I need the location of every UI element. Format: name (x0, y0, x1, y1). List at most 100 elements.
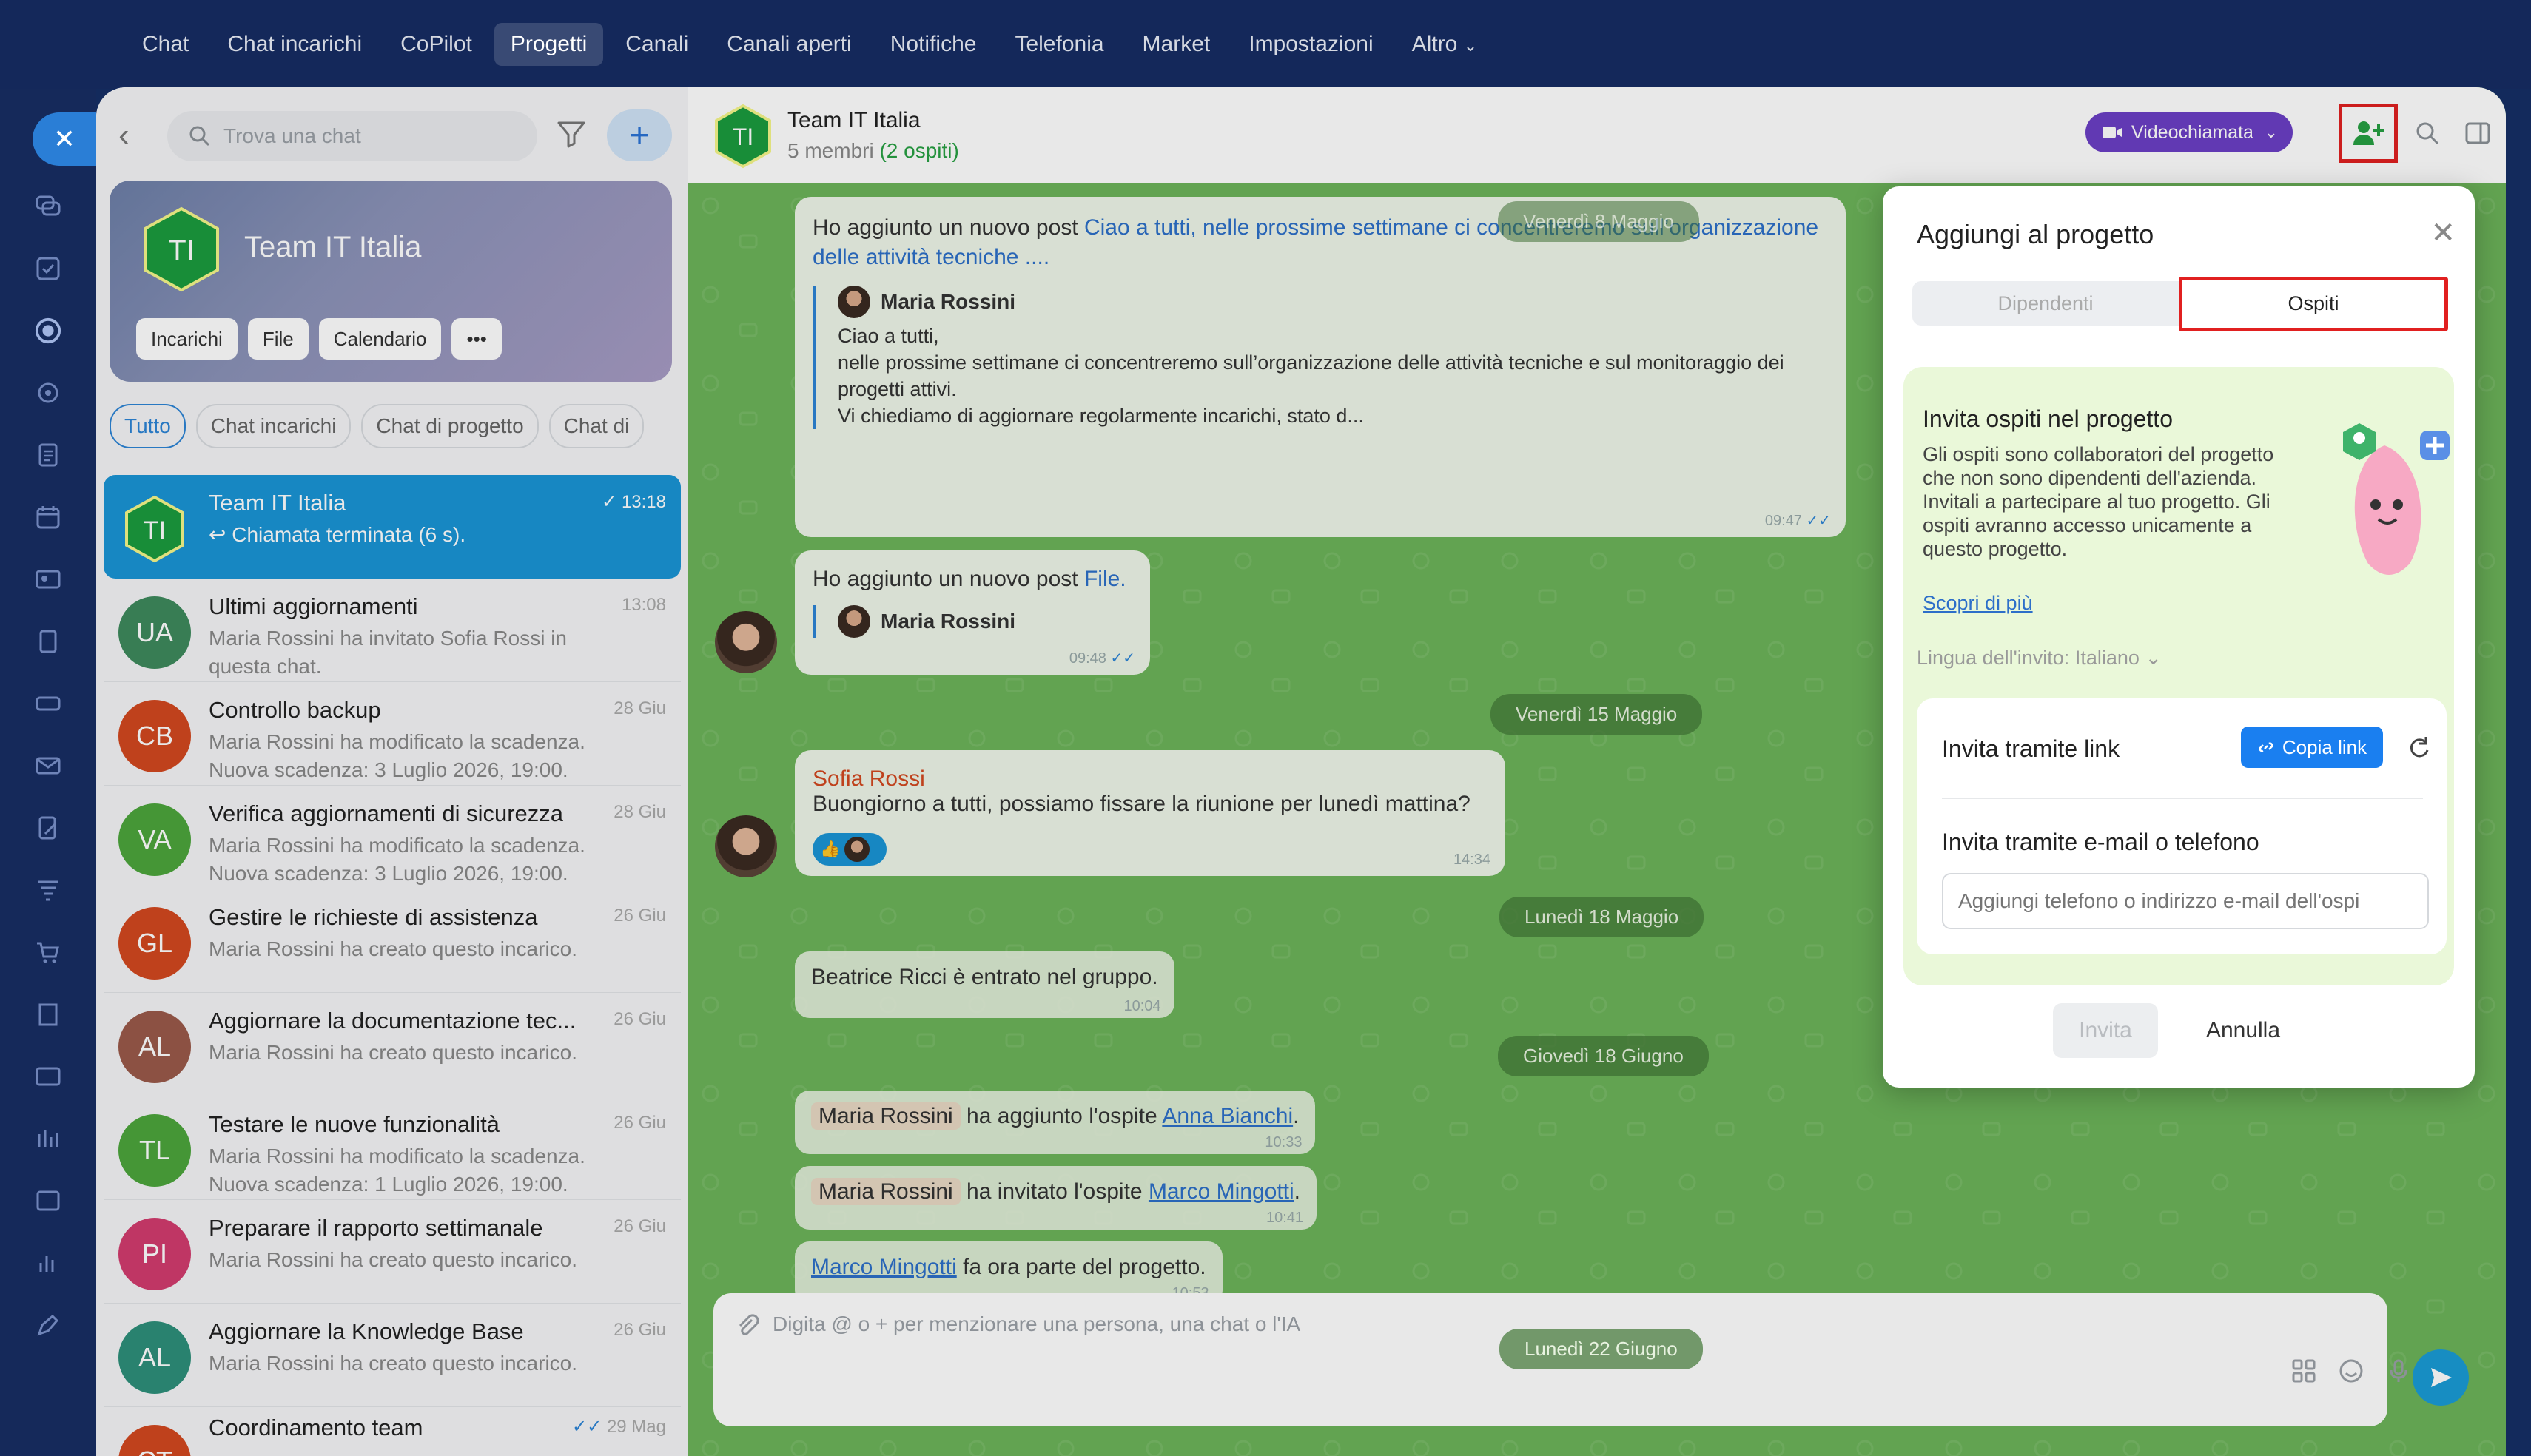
copy-link-button[interactable]: Copia link (2241, 727, 2383, 768)
user-tag[interactable]: Maria Rossini (811, 1102, 961, 1130)
chat-avatar: AL (118, 1321, 191, 1394)
invite-language[interactable]: Lingua dell'invito: Italiano ⌄ (1917, 647, 2162, 670)
list-icon[interactable] (34, 1187, 62, 1215)
chat-item[interactable]: CB Controllo backup 28 Giu Maria Rossini… (104, 682, 681, 786)
calendar-icon[interactable] (34, 503, 62, 531)
sign-icon[interactable] (34, 814, 62, 842)
microphone-icon[interactable] (2386, 1358, 2411, 1383)
refresh-icon[interactable] (2405, 734, 2432, 761)
user-tag[interactable]: Maria Rossini (811, 1178, 961, 1205)
chat-item[interactable]: GL Gestire le richieste di assistenza 26… (104, 889, 681, 993)
nav-canali[interactable]: Canali (609, 23, 705, 66)
tab-dipendenti[interactable]: Dipendenti (1912, 281, 2179, 326)
message[interactable]: Sofia Rossi Buongiorno a tutti, possiamo… (795, 750, 1505, 876)
send-button[interactable] (2413, 1349, 2469, 1406)
settings-icon[interactable] (34, 379, 62, 407)
search-icon[interactable] (2414, 120, 2441, 146)
cart-icon[interactable] (34, 938, 62, 966)
chat-item[interactable]: PI Preparare il rapporto settimanale 26 … (104, 1200, 681, 1304)
guest-email-input[interactable] (1942, 873, 2429, 929)
chat-title: Preparare il rapporto settimanale (209, 1215, 543, 1241)
post-link[interactable]: File. (1084, 567, 1126, 591)
drive-icon[interactable] (34, 690, 62, 718)
message-text: Buongiorno a tutti, possiamo fissare la … (813, 792, 1470, 816)
cancel-button[interactable]: Annulla (2191, 1003, 2296, 1058)
mail-icon[interactable] (34, 752, 62, 780)
building-icon[interactable] (34, 1000, 62, 1028)
chat-header-avatar[interactable]: TI (709, 102, 777, 170)
guest-link[interactable]: Anna Bianchi (1162, 1104, 1293, 1128)
chevron-down-icon[interactable]: ⌄ (2265, 123, 2278, 142)
message-time: 09:48 ✓✓ (1069, 650, 1135, 667)
projects-icon[interactable] (34, 317, 62, 345)
chat-item[interactable]: VA Verifica aggiornamenti di sicurezza 2… (104, 786, 681, 889)
document-icon[interactable] (34, 441, 62, 469)
incarichi-button[interactable]: Incarichi (136, 318, 238, 360)
guest-link[interactable]: Marco Mingotti (811, 1255, 957, 1279)
nav-chat[interactable]: Chat (126, 23, 205, 66)
nav-notifiche[interactable]: Notifiche (874, 23, 993, 66)
invite-button[interactable]: Invita (2053, 1003, 2158, 1058)
calendario-button[interactable]: Calendario (318, 318, 442, 360)
chat-item[interactable]: TL Testare le nuove funzionalità 26 Giu … (104, 1096, 681, 1200)
filter-tutto[interactable]: Tutto (110, 404, 186, 448)
guest-link[interactable]: Marco Mingotti (1149, 1179, 1294, 1204)
project-avatar: TI (144, 206, 219, 292)
message-post[interactable]: Ho aggiunto un nuovo post File. Maria Ro… (795, 550, 1150, 675)
page-icon[interactable] (34, 627, 62, 655)
chat-title: Aggiornare la Knowledge Base (209, 1318, 524, 1344)
back-arrow-icon[interactable]: ‹ (118, 117, 148, 154)
chart-card-icon[interactable] (34, 1062, 62, 1091)
chat-time: 28 Giu (614, 802, 666, 822)
nav-copilot[interactable]: CoPilot (384, 23, 488, 66)
pen-icon[interactable] (34, 1311, 62, 1339)
chat-item[interactable]: CT Coordinamento team ✓✓ 29 Mag (104, 1407, 681, 1456)
add-user-button[interactable] (2339, 104, 2398, 163)
chat-title[interactable]: Team IT Italia (787, 108, 921, 133)
chat-members[interactable]: 5 membri (2 ospiti) (787, 139, 959, 163)
video-camera-icon (2103, 127, 2122, 138)
analytics-icon[interactable] (34, 1125, 62, 1153)
bar-chart-icon[interactable] (34, 1249, 62, 1277)
emoji-icon[interactable] (2339, 1358, 2364, 1383)
filter-chat-di[interactable]: Chat di (548, 404, 645, 448)
checkbox-icon[interactable] (34, 255, 62, 283)
video-call-button[interactable]: Videochiamata ⌄ (2085, 112, 2293, 152)
chat-item[interactable]: AL Aggiornare la Knowledge Base 26 Giu M… (104, 1304, 681, 1407)
learn-more-link[interactable]: Scopri di più (1923, 592, 2033, 615)
funnel-icon[interactable] (34, 876, 62, 904)
chat-item[interactable]: UA Ultimi aggiornamenti 13:08 Maria Ross… (104, 579, 681, 682)
filter-chat-progetto[interactable]: Chat di progetto (361, 404, 539, 448)
chat-bubbles-icon[interactable] (34, 192, 62, 220)
double-check-icon: ✓ (602, 492, 622, 512)
reactions[interactable]: 👍 (813, 833, 887, 866)
paperclip-icon[interactable] (734, 1312, 759, 1338)
chat-item[interactable]: AL Aggiornare la documentazione tec... 2… (104, 993, 681, 1096)
nav-altro[interactable]: Altro ⌄ (1396, 23, 1493, 66)
avatar[interactable] (715, 815, 777, 877)
date-separator: Giovedì 18 Giugno (1498, 1036, 1709, 1076)
close-icon[interactable]: ✕ (33, 112, 96, 166)
message-post[interactable]: Ho aggiunto un nuovo post Ciao a tutti, … (795, 197, 1846, 537)
avatar[interactable] (715, 611, 777, 673)
nav-impostazioni[interactable]: Impostazioni (1232, 23, 1389, 66)
close-icon[interactable]: ✕ (2430, 216, 2456, 250)
chat-item-team-it[interactable]: TI Team IT Italia ✓ 13:18 ↩ Chiamata ter… (104, 475, 681, 579)
apps-grid-icon[interactable] (2291, 1358, 2316, 1383)
more-icon[interactable]: ••• (451, 318, 502, 360)
sidebar-panel-icon[interactable] (2464, 120, 2491, 146)
filter-icon[interactable] (555, 117, 588, 149)
new-chat-button[interactable]: + (607, 109, 672, 161)
contact-card-icon[interactable] (34, 565, 62, 593)
search-input[interactable]: Trova una chat (167, 111, 537, 161)
nav-market[interactable]: Market (1126, 23, 1227, 66)
nav-canali-aperti[interactable]: Canali aperti (710, 23, 867, 66)
nav-chat-incarichi[interactable]: Chat incarichi (211, 23, 378, 66)
file-button[interactable]: File (247, 318, 309, 360)
tab-ospiti[interactable]: Ospiti (2179, 277, 2448, 331)
popup-tabs: Dipendenti Ospiti (1912, 277, 2448, 331)
nav-progetti[interactable]: Progetti (494, 23, 604, 66)
filter-chat-incarichi[interactable]: Chat incarichi (195, 404, 352, 448)
chat-subtitle: Maria Rossini ha modificato la scadenza.… (209, 834, 585, 885)
nav-telefonia[interactable]: Telefonia (998, 23, 1120, 66)
